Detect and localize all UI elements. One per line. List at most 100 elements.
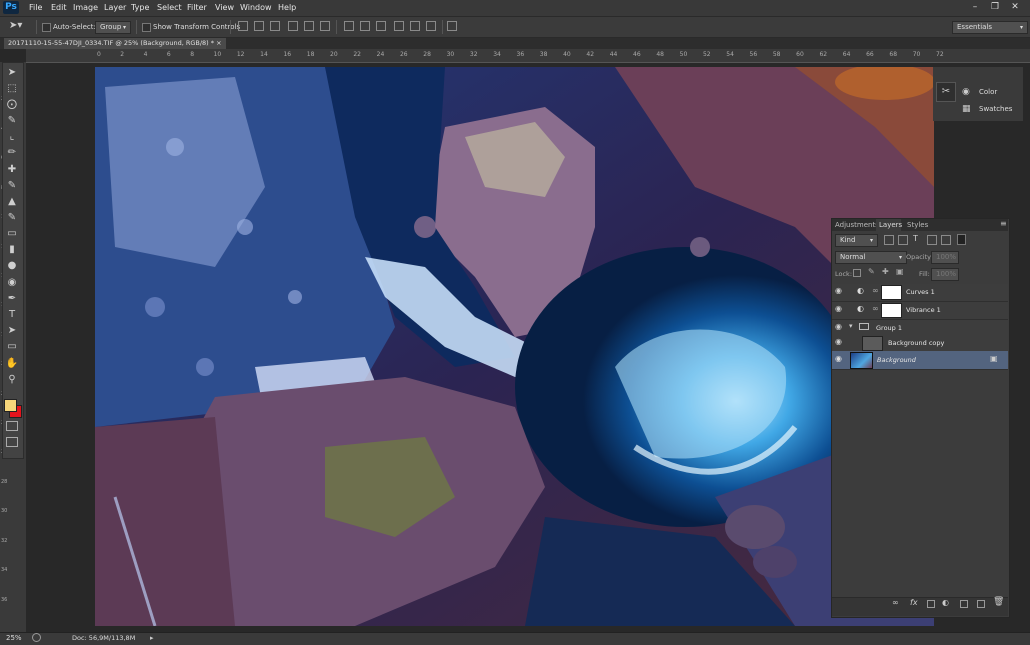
auto-select-checkbox[interactable] <box>42 23 51 32</box>
eraser-tool-icon[interactable]: ▭ <box>5 227 19 240</box>
tab-adjustments[interactable]: Adjustments <box>835 221 879 229</box>
lock-all-icon[interactable]: ▣ <box>896 267 904 276</box>
menu-help[interactable]: Help <box>278 3 296 12</box>
type-tool-icon[interactable]: T <box>5 308 19 321</box>
add-style-icon[interactable]: fx <box>910 598 918 607</box>
tab-layers[interactable]: Layers <box>879 221 902 229</box>
add-mask-icon[interactable] <box>927 600 935 608</box>
delete-layer-icon[interactable]: 🗑 <box>993 597 1004 607</box>
menu-file[interactable]: File <box>29 3 42 12</box>
group-expand-chevron-icon[interactable]: ▾ <box>849 322 853 330</box>
filter-pixel-icon[interactable] <box>884 235 894 245</box>
filter-adjustment-icon[interactable] <box>898 235 908 245</box>
move-tool-icon[interactable]: ➤ <box>5 66 19 79</box>
color-panel-label[interactable]: Color <box>979 88 997 96</box>
menu-view[interactable]: View <box>215 3 234 12</box>
eye-visibility-icon[interactable]: ◉ <box>835 286 847 298</box>
lock-position-icon[interactable]: ✚ <box>882 267 889 276</box>
align-top-icon[interactable] <box>238 21 248 31</box>
auto-select-dropdown[interactable]: Group ▾ <box>95 21 131 34</box>
eyedropper-tool-icon[interactable]: ✏ <box>5 146 19 159</box>
document-tab[interactable]: 20171110-15-55-47DJI_0334.TIF @ 25% (Bac… <box>4 38 226 49</box>
quick-select-tool-icon[interactable]: ✎ <box>5 114 19 127</box>
color-panel-icon[interactable]: ◉ <box>962 87 970 97</box>
shape-tool-icon[interactable]: ▭ <box>5 340 19 353</box>
layer-name[interactable]: Curves 1 <box>906 284 935 301</box>
blur-tool-icon[interactable]: ● <box>5 259 19 272</box>
eye-visibility-icon[interactable]: ◉ <box>835 337 847 349</box>
layer-mask-thumbnail[interactable] <box>881 285 902 300</box>
quick-mask-icon[interactable] <box>6 421 18 431</box>
swatches-panel-icon[interactable]: ▦ <box>962 104 971 114</box>
filter-type-icon[interactable]: T <box>913 234 918 243</box>
dodge-tool-icon[interactable]: ◉ <box>5 276 19 289</box>
menu-image[interactable]: Image <box>73 3 98 12</box>
menu-type[interactable]: Type <box>131 3 149 12</box>
layer-thumbnail[interactable] <box>850 352 873 369</box>
distribute-right-icon[interactable] <box>426 21 436 31</box>
distribute-vcenter-icon[interactable] <box>360 21 370 31</box>
close-icon[interactable]: ✕ <box>1006 0 1024 14</box>
tools-scissors-icon[interactable]: ✂ <box>936 82 956 102</box>
layer-thumbnail[interactable] <box>862 336 883 351</box>
filter-shape-icon[interactable] <box>927 235 937 245</box>
distribute-bottom-icon[interactable] <box>376 21 386 31</box>
new-group-icon[interactable] <box>960 600 968 608</box>
filter-smart-object-icon[interactable] <box>941 235 951 245</box>
marquee-tool-icon[interactable]: ⬚ <box>5 82 19 95</box>
tab-styles[interactable]: Styles <box>907 221 928 229</box>
eye-visibility-icon[interactable]: ◉ <box>835 354 847 366</box>
brush-tool-icon[interactable]: ✎ <box>5 179 19 192</box>
status-menu-arrow-icon[interactable]: ▸ <box>150 634 154 642</box>
align-hcenter-icon[interactable] <box>304 21 314 31</box>
new-layer-icon[interactable] <box>977 600 985 608</box>
menu-edit[interactable]: Edit <box>51 3 67 12</box>
lock-transparent-icon[interactable] <box>853 269 861 277</box>
workspace-dropdown[interactable]: Essentials ▾ <box>952 21 1028 34</box>
opacity-field[interactable]: 100% <box>931 251 959 264</box>
filter-kind-dropdown[interactable]: Kind ▾ <box>835 234 878 247</box>
layer-name[interactable]: Background copy <box>888 335 944 352</box>
layer-name[interactable]: Background <box>877 352 916 369</box>
new-adjustment-icon[interactable]: ◐ <box>942 598 949 607</box>
fill-field[interactable]: 100% <box>931 268 959 281</box>
align-right-icon[interactable] <box>320 21 330 31</box>
foreground-color-swatch[interactable] <box>4 399 17 412</box>
blend-mode-dropdown[interactable]: Normal ▾ <box>835 251 907 264</box>
close-tab-icon[interactable]: × <box>216 39 221 47</box>
lock-image-icon[interactable]: ✎ <box>868 267 875 276</box>
eye-visibility-icon[interactable]: ◉ <box>835 322 847 334</box>
align-left-icon[interactable] <box>288 21 298 31</box>
distribute-hcenter-icon[interactable] <box>410 21 420 31</box>
clone-stamp-icon[interactable]: ▲ <box>5 195 19 208</box>
distribute-top-icon[interactable] <box>344 21 354 31</box>
minimize-icon[interactable]: – <box>966 0 984 14</box>
hand-tool-icon[interactable]: ✋ <box>5 357 19 370</box>
pen-tool-icon[interactable]: ✒ <box>5 292 19 305</box>
distribute-left-icon[interactable] <box>394 21 404 31</box>
align-bottom-icon[interactable] <box>270 21 280 31</box>
auto-align-layers-icon[interactable] <box>447 21 457 31</box>
layer-mask-thumbnail[interactable] <box>881 303 902 318</box>
zoom-tool-icon[interactable]: ⚲ <box>5 373 19 386</box>
restore-icon[interactable]: ❐ <box>986 0 1004 14</box>
panel-menu-icon[interactable]: ≡ <box>1000 219 1007 228</box>
path-select-icon[interactable]: ➤ <box>5 324 19 337</box>
menu-layer[interactable]: Layer <box>104 3 126 12</box>
screen-mode-icon[interactable] <box>6 437 18 447</box>
history-brush-icon[interactable]: ✎ <box>5 211 19 224</box>
healing-brush-icon[interactable]: ✚ <box>5 163 19 176</box>
align-vcenter-icon[interactable] <box>254 21 264 31</box>
menu-select[interactable]: Select <box>157 3 182 12</box>
lasso-tool-icon[interactable]: ⨀ <box>5 98 19 111</box>
show-transform-checkbox[interactable] <box>142 23 151 32</box>
eye-visibility-icon[interactable]: ◉ <box>835 304 847 316</box>
swatches-panel-label[interactable]: Swatches <box>979 105 1012 113</box>
menu-window[interactable]: Window <box>240 3 272 12</box>
gradient-tool-icon[interactable]: ▮ <box>5 243 19 256</box>
document-canvas[interactable] <box>95 67 934 626</box>
move-tool-preset-icon[interactable]: ➤▾ <box>9 20 22 31</box>
link-layers-icon[interactable]: ∞ <box>892 598 899 607</box>
menu-filter[interactable]: Filter <box>187 3 207 12</box>
filter-toggle-icon[interactable] <box>957 234 966 245</box>
